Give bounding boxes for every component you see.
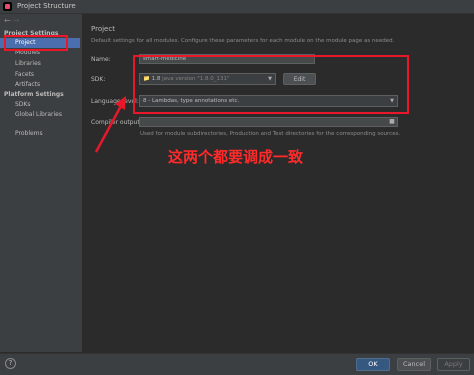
sidebar-item-facets[interactable]: Facets	[0, 70, 80, 80]
page-description: Default settings for all modules. Config…	[91, 38, 395, 44]
sidebar-item-libraries[interactable]: Libraries	[0, 59, 80, 69]
compiler-output-label: Compiler output:	[91, 119, 142, 126]
apply-button[interactable]: Apply	[437, 358, 470, 371]
compiler-output-field[interactable]	[139, 117, 398, 127]
title-bar: Project Structure	[0, 0, 474, 14]
sdk-label: SDK:	[91, 76, 106, 83]
sidebar-item-artifacts[interactable]: Artifacts	[0, 80, 80, 90]
sidebar-item-problems[interactable]: Problems	[0, 129, 80, 139]
cancel-button[interactable]: Cancel	[397, 358, 431, 371]
sidebar: ←→ Project Settings Project Modules Libr…	[0, 14, 83, 352]
project-highlight-box	[4, 35, 68, 51]
compiler-output-hint: Used for module subdirectories, Producti…	[140, 131, 401, 137]
name-label: Name:	[91, 56, 111, 63]
sidebar-item-global-libraries[interactable]: Global Libraries	[0, 110, 80, 120]
annotation-text: 这两个都要调成一致	[168, 148, 304, 166]
sidebar-item-sdks[interactable]: SDKs	[0, 100, 80, 110]
window-title: Project Structure	[17, 2, 76, 10]
language-level-label: Language level:	[91, 98, 139, 105]
dialog-footer: ? OK Cancel Apply	[0, 353, 474, 375]
page-title: Project	[91, 25, 115, 33]
intellij-app-icon	[3, 2, 12, 11]
nav-arrows: ←→	[4, 16, 21, 25]
sdk-language-highlight-box	[133, 55, 409, 114]
back-arrow-icon[interactable]: ←	[4, 16, 13, 25]
forward-arrow-icon[interactable]: →	[13, 16, 22, 25]
help-icon[interactable]: ?	[5, 358, 16, 369]
ok-button[interactable]: OK	[356, 358, 390, 371]
platform-settings-header: Platform Settings	[4, 91, 64, 98]
browse-folder-icon[interactable]: ■	[387, 117, 397, 126]
